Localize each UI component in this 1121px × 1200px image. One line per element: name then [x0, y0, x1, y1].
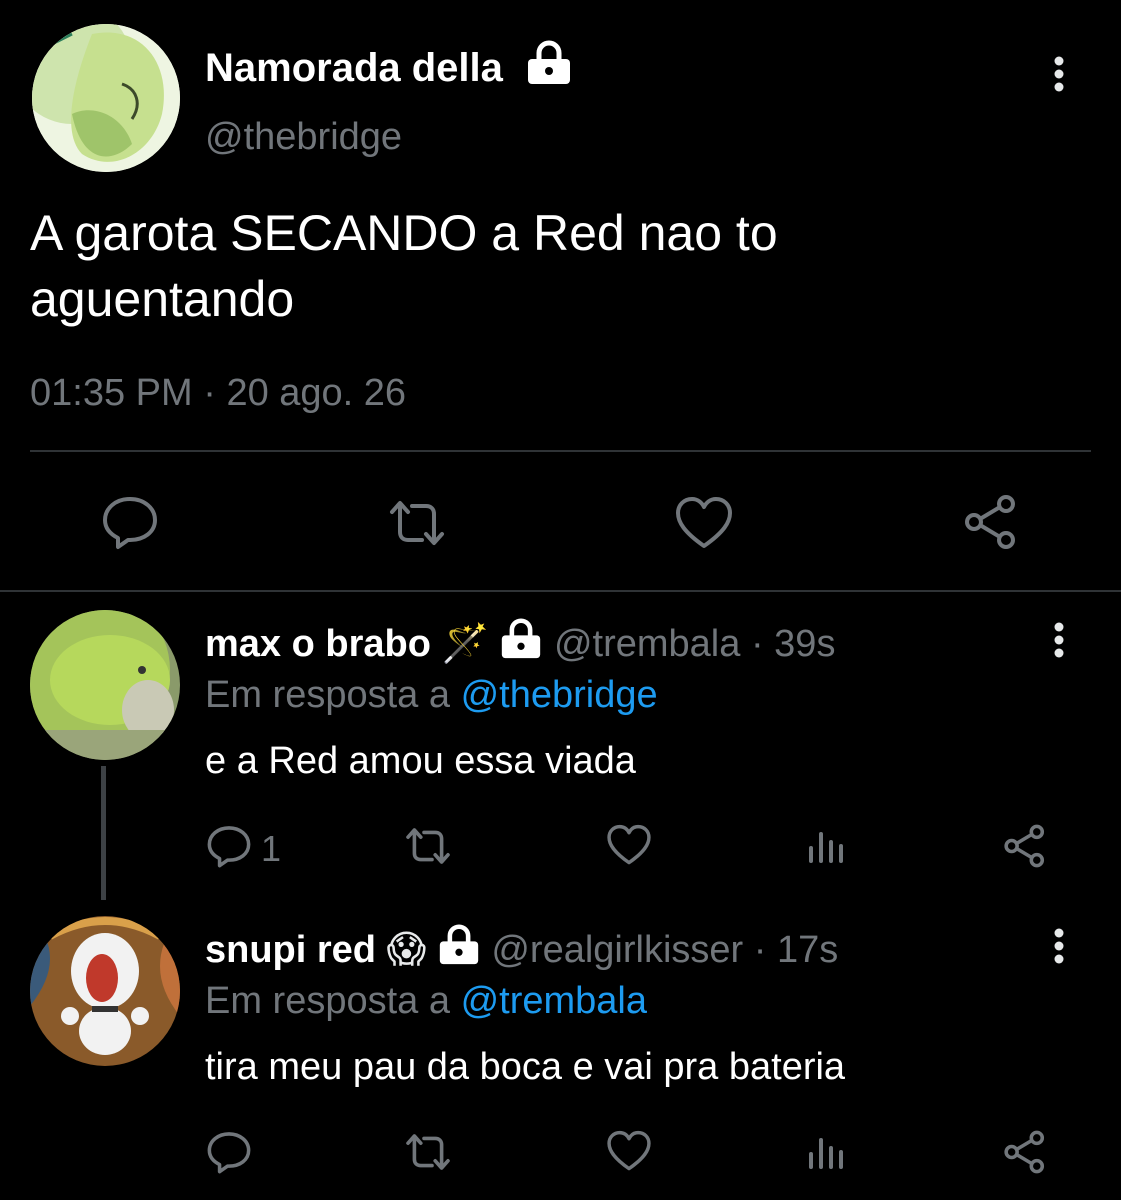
reply-text: e a Red amou essa viada: [205, 740, 636, 782]
retweet-icon[interactable]: [400, 1132, 456, 1172]
reply-icon[interactable]: [100, 494, 160, 550]
tweet-time: 01:35 PM: [30, 372, 193, 414]
reply-age: 39s: [774, 623, 836, 665]
reply-icon: [205, 824, 253, 873]
display-name[interactable]: max o brabo: [205, 623, 431, 665]
separator: ·: [753, 929, 767, 971]
share-icon[interactable]: [1002, 824, 1048, 868]
tweet-text: A garota SECANDO a Red nao to aguentando: [30, 205, 778, 327]
reply-to-link[interactable]: @thebridge: [461, 674, 658, 716]
retweet-icon[interactable]: [382, 498, 452, 548]
reply-prefix: Em resposta a: [205, 980, 450, 1022]
reply-text: tira meu pau da boca e vai pra bateria: [205, 1046, 846, 1088]
more-icon[interactable]: [1053, 56, 1065, 96]
scream-emoji: 😱: [386, 929, 427, 971]
views-icon[interactable]: [806, 828, 846, 864]
retweet-icon[interactable]: [400, 826, 456, 866]
views-icon[interactable]: [806, 1134, 846, 1170]
replying-to: Em resposta a @thebridge: [205, 674, 658, 717]
display-name[interactable]: snupi red: [205, 929, 376, 971]
reply-age: 17s: [776, 929, 839, 971]
display-name[interactable]: Namorada della: [205, 46, 503, 91]
avatar[interactable]: [30, 916, 180, 1066]
reply-to-link[interactable]: @trembala: [461, 980, 647, 1022]
avatar[interactable]: [32, 24, 180, 172]
tweet-date: 20 ago. 26: [226, 372, 407, 414]
share-icon[interactable]: [962, 494, 1020, 550]
divider: [30, 450, 1091, 452]
separator: ·: [750, 623, 764, 665]
divider: [0, 590, 1121, 592]
handle[interactable]: @thebridge: [205, 116, 402, 159]
reply-prefix: Em resposta a: [205, 674, 450, 716]
lock-icon: [525, 40, 573, 91]
replying-to: Em resposta a @trembala: [205, 980, 647, 1023]
reply-icon: [205, 1130, 253, 1179]
like-icon[interactable]: [606, 1130, 652, 1172]
handle[interactable]: @realgirlkisser: [491, 929, 743, 971]
more-icon[interactable]: [1053, 928, 1065, 968]
reply-header: snupi red 😱 @realgirlkisser · 17s: [205, 924, 838, 978]
separator: ·: [203, 372, 216, 414]
avatar[interactable]: [30, 610, 180, 760]
lock-icon: [437, 924, 481, 978]
reply-button[interactable]: 1: [205, 824, 281, 873]
thread-line: [101, 766, 106, 900]
share-icon[interactable]: [1002, 1130, 1048, 1174]
magic-wand-emoji: 🪄: [441, 623, 489, 665]
handle[interactable]: @trembala: [554, 623, 740, 665]
reply-count: 1: [261, 827, 282, 869]
lock-icon: [499, 618, 543, 672]
reply-header: max o brabo 🪄 @trembala · 39s: [205, 618, 835, 672]
like-icon[interactable]: [606, 824, 652, 866]
like-icon[interactable]: [674, 496, 734, 550]
reply-button[interactable]: [205, 1130, 261, 1179]
more-icon[interactable]: [1053, 622, 1065, 662]
timestamp: 01:35 PM · 20 ago. 26: [30, 372, 406, 415]
